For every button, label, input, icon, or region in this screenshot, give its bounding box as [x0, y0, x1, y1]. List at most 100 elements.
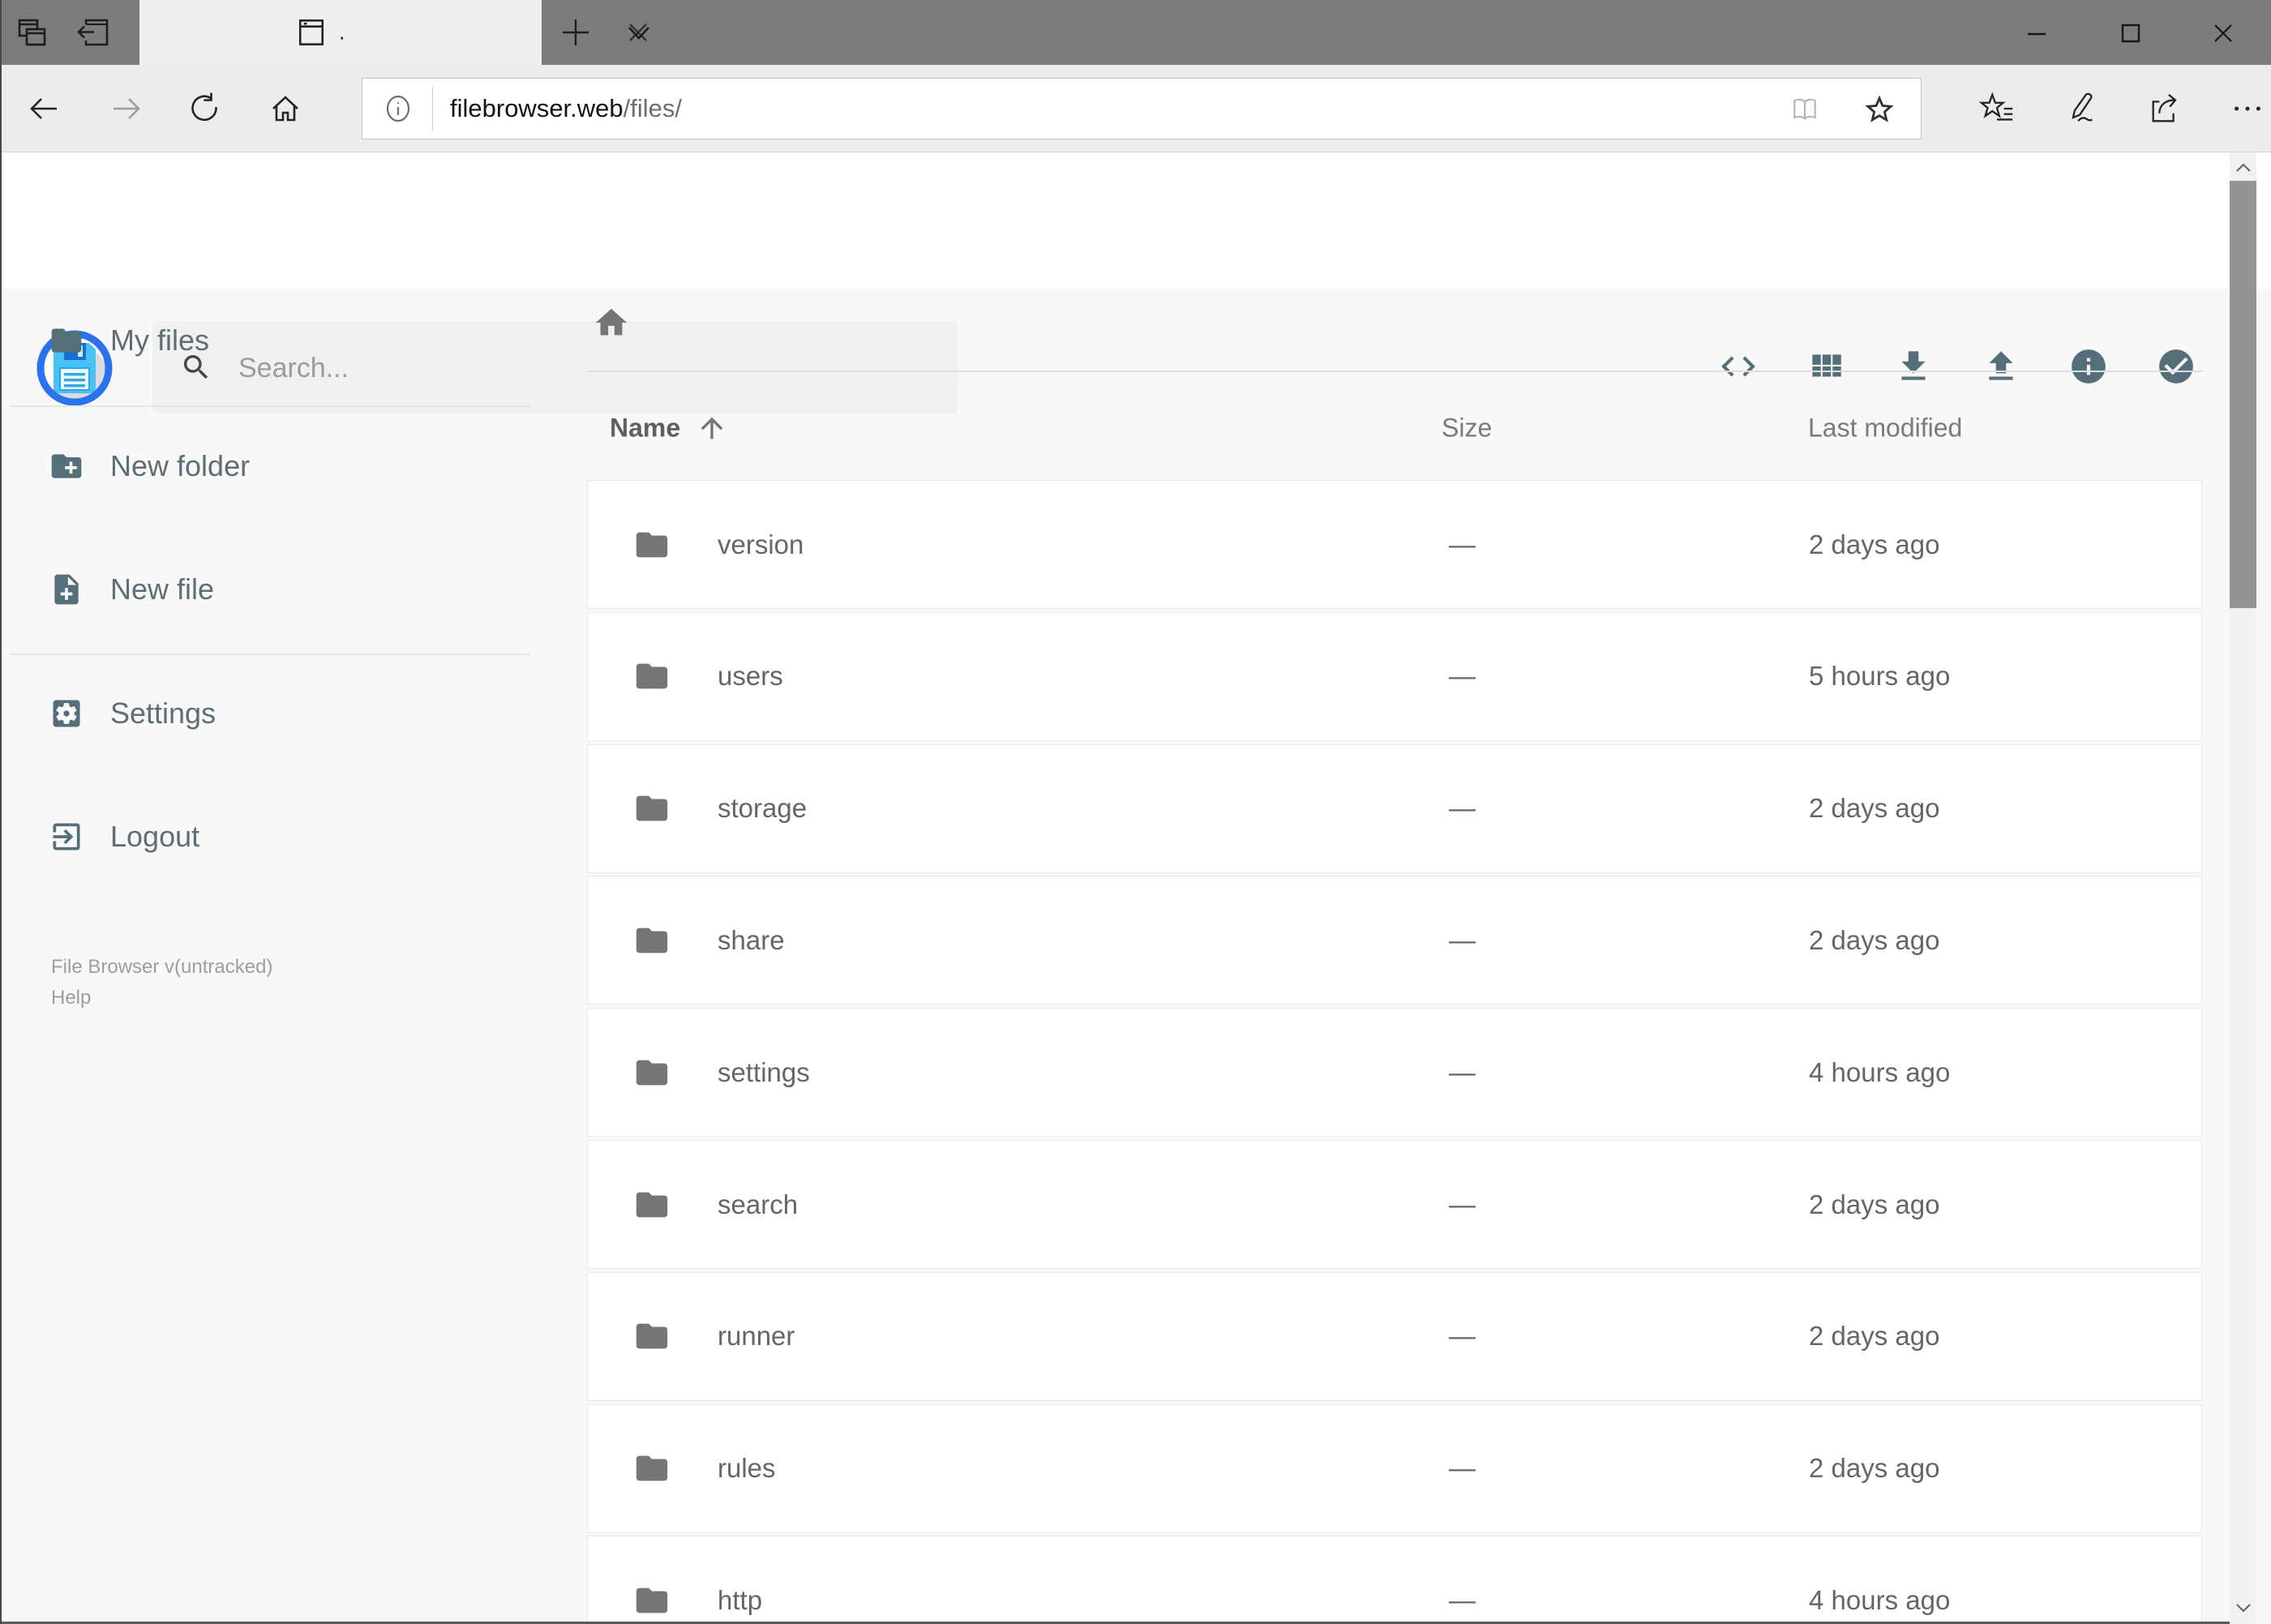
column-header-name[interactable]: Name [610, 413, 680, 443]
file-row[interactable]: search — 2 days ago [587, 1140, 2202, 1269]
file-row[interactable]: runner — 2 days ago [587, 1271, 2202, 1401]
file-size: — [1449, 1453, 1476, 1484]
file-modified: 2 days ago [1809, 924, 1940, 955]
file-modified: 4 hours ago [1809, 1584, 1951, 1615]
sidebar-item-label: Logout [110, 820, 200, 853]
file-size: — [1449, 661, 1476, 692]
file-row[interactable]: share — 2 days ago [587, 876, 2202, 1005]
file-row[interactable]: storage — 2 days ago [587, 743, 2202, 873]
new-file-icon [54, 574, 79, 605]
file-row[interactable]: settings — 4 hours ago [587, 1008, 2202, 1138]
sidebar-item-settings[interactable]: Settings [2, 669, 537, 758]
folder-icon [636, 1588, 668, 1613]
address-bar[interactable]: filebrowser.web/files/ [362, 78, 1922, 139]
share-icon[interactable] [2147, 90, 2184, 127]
tab-strip: . [2, 0, 2271, 65]
file-size: — [1449, 1056, 1476, 1087]
app-header [2, 152, 2271, 415]
create-new-folder-icon [51, 454, 82, 478]
page-scrollbar[interactable] [2230, 152, 2256, 1624]
folder-icon [636, 1192, 668, 1217]
breadcrumb-home-icon[interactable] [593, 304, 630, 341]
settings-gear-icon [53, 700, 80, 727]
logout-icon [53, 823, 80, 851]
file-name: http [718, 1584, 763, 1615]
tab-preview-icon[interactable] [13, 13, 52, 52]
file-row[interactable]: version — 2 days ago [587, 480, 2202, 609]
sidebar-divider [10, 405, 530, 407]
file-name: users [718, 661, 783, 692]
tab-list-icon[interactable] [623, 16, 655, 49]
breadcrumb-divider [587, 371, 2203, 372]
folder-icon [51, 328, 82, 353]
file-name: version [718, 529, 804, 559]
file-size: — [1449, 529, 1476, 559]
scrollbar-thumb[interactable] [2230, 181, 2256, 608]
sidebar-item-logout[interactable]: Logout [2, 792, 537, 881]
file-row[interactable]: http — 4 hours ago [587, 1536, 2202, 1624]
scroll-up-icon[interactable] [2234, 159, 2253, 178]
refresh-icon[interactable] [185, 89, 224, 128]
sidebar-divider [10, 653, 530, 655]
file-size: — [1449, 1321, 1476, 1352]
file-name: share [718, 924, 785, 955]
back-icon[interactable] [24, 89, 63, 128]
folder-icon [636, 1455, 668, 1481]
file-modified: 2 days ago [1809, 1453, 1940, 1484]
help-link[interactable]: Help [51, 987, 91, 1009]
favorite-star-icon[interactable] [1862, 92, 1896, 126]
browser-tab[interactable]: . [139, 0, 647, 65]
column-header-size[interactable]: Size [1442, 413, 1492, 443]
sidebar-item-label: New file [110, 572, 215, 606]
address-separator [432, 87, 433, 131]
scroll-down-icon[interactable] [2234, 1597, 2253, 1617]
more-options-icon[interactable] [2229, 90, 2266, 127]
file-modified: 2 days ago [1809, 1321, 1940, 1352]
download-icon[interactable] [1893, 346, 1934, 387]
reading-view-icon[interactable] [1788, 92, 1822, 126]
url-host: filebrowser.web [450, 94, 623, 122]
file-row[interactable]: users — 5 hours ago [587, 611, 2202, 741]
url-text: filebrowser.web/files/ [450, 94, 682, 123]
folder-icon [636, 1323, 668, 1349]
folder-icon [636, 795, 668, 821]
info-icon[interactable] [2068, 346, 2109, 387]
maximize-icon[interactable] [2118, 20, 2144, 46]
sidebar-item-new-folder[interactable]: New folder [2, 422, 537, 511]
url-path: /files/ [623, 94, 683, 122]
code-view-icon[interactable] [1718, 346, 1759, 387]
sidebar-item-my-files[interactable]: My files [2, 296, 537, 385]
home-nav-icon[interactable] [266, 89, 305, 128]
close-window-icon[interactable] [2210, 20, 2236, 46]
file-modified: 2 days ago [1809, 529, 1940, 559]
file-size: — [1449, 793, 1476, 824]
file-name: rules [718, 1453, 776, 1484]
minimize-icon[interactable] [2024, 20, 2050, 46]
select-check-icon[interactable] [2156, 346, 2196, 387]
file-size: — [1449, 1189, 1476, 1219]
folder-icon [636, 663, 668, 689]
favorites-hub-icon[interactable] [1978, 90, 2016, 127]
file-modified: 4 hours ago [1809, 1056, 1951, 1087]
annotate-pen-icon[interactable] [2063, 90, 2100, 127]
page-info-icon[interactable] [382, 92, 414, 125]
folder-icon [636, 928, 668, 953]
sidebar-item-label: My files [110, 324, 210, 357]
file-row[interactable]: rules — 2 days ago [587, 1403, 2202, 1533]
forward-icon[interactable] [107, 89, 146, 128]
tab-title: . [339, 19, 345, 45]
folder-icon [636, 532, 668, 557]
upload-icon[interactable] [1981, 346, 2021, 387]
sidebar-item-label: New folder [110, 449, 251, 482]
file-modified: 2 days ago [1809, 793, 1940, 824]
browser-window: . filebrowser.web/files/ Search... My fi… [0, 0, 2271, 1624]
sidebar-item-label: Settings [110, 696, 216, 730]
file-modified: 2 days ago [1809, 1189, 1940, 1219]
sort-ascending-icon[interactable] [696, 412, 728, 444]
new-tab-icon[interactable] [559, 16, 592, 49]
column-header-modified[interactable]: Last modified [1808, 413, 1962, 443]
file-modified: 5 hours ago [1809, 661, 1951, 692]
sidebar-item-new-file[interactable]: New file [2, 545, 537, 634]
set-tabs-aside-icon[interactable] [75, 13, 114, 52]
grid-view-icon[interactable] [1806, 346, 1846, 387]
